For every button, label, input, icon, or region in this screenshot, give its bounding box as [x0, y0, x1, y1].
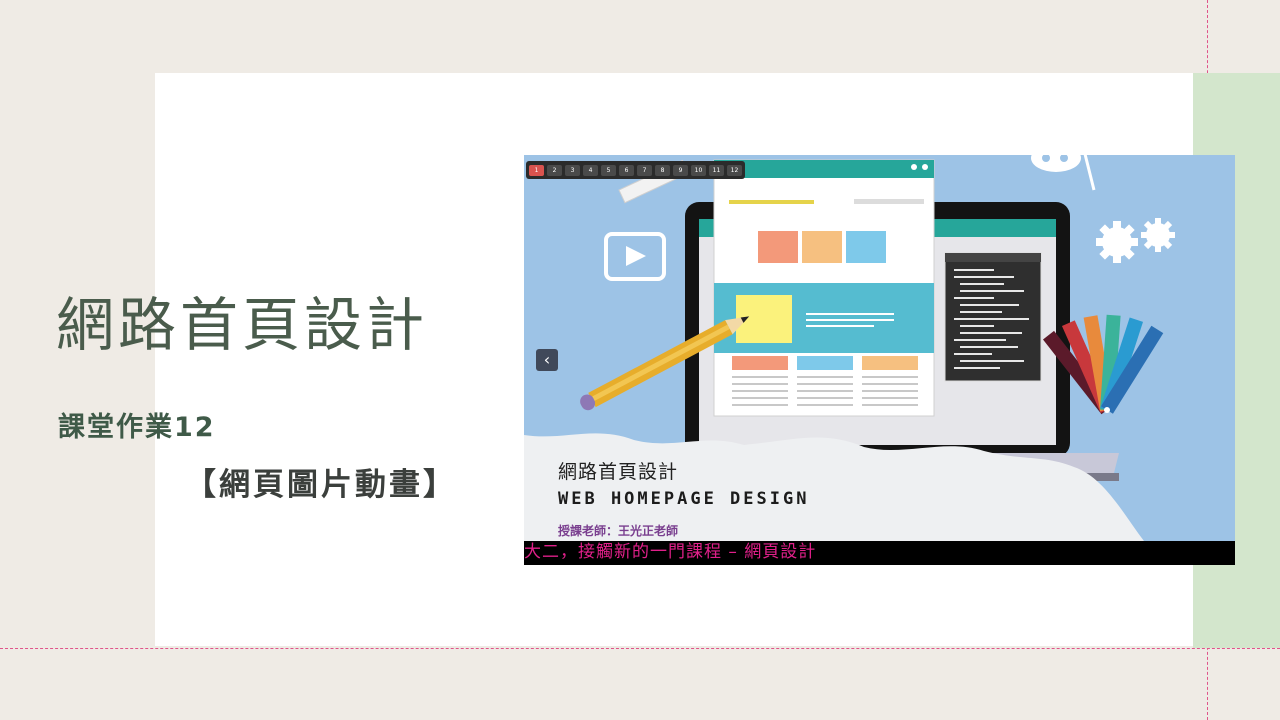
- slide-course-title-en: WEB HOMEPAGE DESIGN: [558, 489, 810, 509]
- embedded-slide-image[interactable]: 1 2 3 4 5 6 7 8 9 10 11 12 ‹ 網路首頁設計 WEB …: [524, 155, 1235, 565]
- video-play-icon: [604, 232, 666, 281]
- page-subtitle: 課堂作業12: [58, 412, 216, 443]
- chevron-left-icon: ‹: [543, 350, 551, 369]
- page-7-button[interactable]: 7: [637, 164, 652, 176]
- page-11-button[interactable]: 11: [709, 164, 724, 176]
- slide-teacher: 授課老師：王光正老師: [558, 524, 679, 538]
- page-12-button[interactable]: 12: [727, 164, 742, 176]
- slide-course-title: 網路首頁設計: [558, 461, 679, 483]
- page-1-button[interactable]: 1: [529, 164, 544, 176]
- slide-caption: 大二，接觸新的一門課程 – 網頁設計: [524, 542, 817, 562]
- film-reel-icon: [1031, 155, 1096, 191]
- horizontal-guide-line: [0, 648, 1280, 649]
- page-6-button[interactable]: 6: [619, 164, 634, 176]
- code-window: [944, 252, 1042, 382]
- page-2-button[interactable]: 2: [547, 164, 562, 176]
- webpage-mockup: [713, 159, 935, 417]
- slide-pager[interactable]: 1 2 3 4 5 6 7 8 9 10 11 12: [526, 161, 745, 179]
- page-8-button[interactable]: 8: [655, 164, 670, 176]
- page-9-button[interactable]: 9: [673, 164, 688, 176]
- page-title: 網路首頁設計: [56, 291, 429, 359]
- gear-icon: [1096, 218, 1175, 263]
- page-4-button[interactable]: 4: [583, 164, 598, 176]
- page-bracket-title: 【網頁圖片動畫】: [185, 467, 457, 503]
- page-3-button[interactable]: 3: [565, 164, 580, 176]
- page-10-button[interactable]: 10: [691, 164, 706, 176]
- prev-slide-button[interactable]: ‹: [536, 349, 558, 371]
- page-5-button[interactable]: 5: [601, 164, 616, 176]
